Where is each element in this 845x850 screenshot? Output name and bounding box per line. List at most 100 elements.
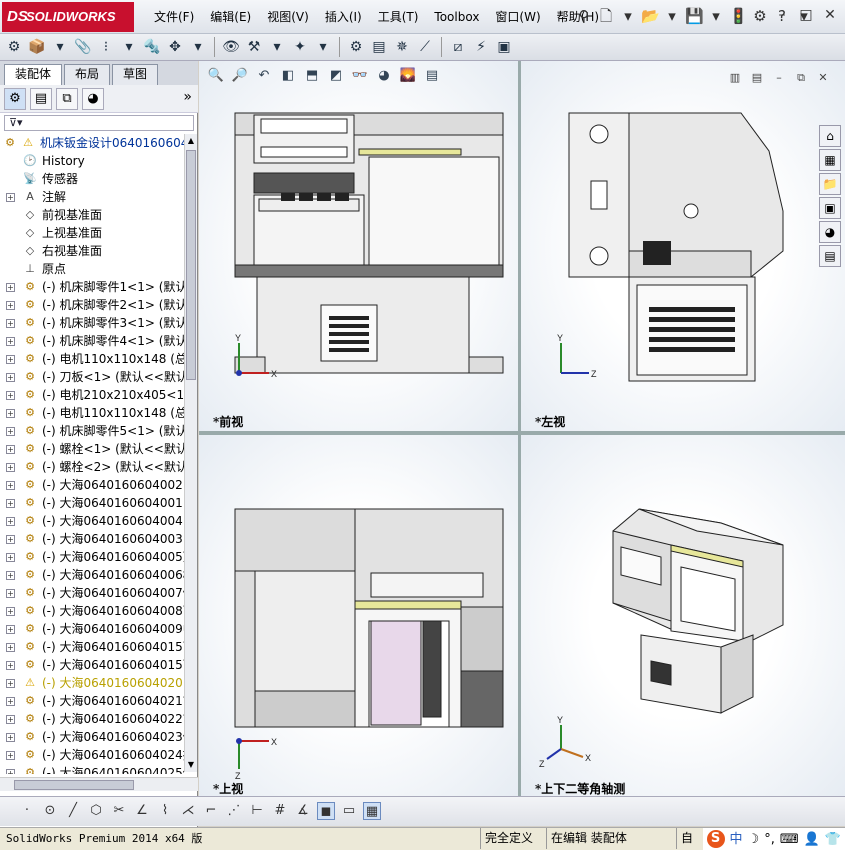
tree-vertical-scrollbar[interactable]: ▲ ▼ [184, 134, 197, 772]
maximize-icon[interactable]: □ [797, 6, 815, 24]
sogou-icon[interactable]: S [706, 830, 725, 848]
panel-tab-0[interactable]: 装配体 [4, 64, 63, 85]
expand-icon[interactable]: + [6, 319, 15, 328]
tree-node[interactable]: + ⚙ (-) 大海0640160604004电 [0, 512, 184, 530]
tree-node[interactable]: + ⚙ (-) 大海0640160604002电 [0, 476, 184, 494]
tree-node[interactable]: + ⚙ (-) 大海0640160604001电 [0, 494, 184, 512]
tree-node[interactable]: + ⚙ (-) 电机110x110x148 (总 [0, 404, 184, 422]
expand-icon[interactable]: + [6, 445, 15, 454]
expand-icon[interactable]: + [6, 715, 15, 724]
punctuation-icon[interactable]: °, [764, 829, 775, 850]
tree-node[interactable]: + ⚙ (-) 大海0640160604023保 [0, 728, 184, 746]
dropdown-icon[interactable]: ▾ [119, 37, 139, 57]
tree-node[interactable]: + ⚙ (-) 大海0640160604006横 [0, 566, 184, 584]
expand-icon[interactable]: + [6, 409, 15, 418]
tree-node[interactable]: 📡 传感器 [0, 170, 184, 188]
menu-item-2[interactable]: 视图(V) [259, 0, 317, 34]
expand-icon[interactable]: + [6, 643, 15, 652]
expand-icon[interactable]: + [6, 607, 15, 616]
tree-node[interactable]: + ⚙ (-) 机床脚零件4<1> (默认 [0, 332, 184, 350]
tree-node[interactable]: + ⚙ (-) 大海0640160604003电 [0, 530, 184, 548]
filter-box[interactable]: ⊽▾ [4, 115, 194, 131]
user-icon[interactable]: 👤 [804, 829, 820, 850]
tree-node[interactable]: + ⚙ (-) 大海0640160604022前 [0, 710, 184, 728]
bill-of-materials-icon[interactable]: ▤ [369, 37, 389, 57]
tree-node[interactable]: + ⚙ (-) 大海0640160604015下 [0, 638, 184, 656]
insert-component-icon[interactable]: 📦 [27, 37, 47, 57]
scrollbar-thumb[interactable] [14, 780, 134, 790]
tree-node[interactable]: + ⚙ (-) 大海0640160604009中 [0, 620, 184, 638]
dropdown-icon[interactable]: ▾ [663, 6, 681, 26]
tree-node[interactable]: + ⚙ (-) 机床脚零件3<1> (默认 [0, 314, 184, 332]
menu-item-5[interactable]: Toolbox [426, 0, 487, 34]
expand-icon[interactable]: + [6, 193, 15, 202]
circle-icon[interactable]: ⊙ [41, 802, 59, 820]
expand-icon[interactable]: + [6, 769, 15, 774]
exploded-view-icon[interactable]: ✵ [392, 37, 412, 57]
menu-item-4[interactable]: 工具(T) [370, 0, 427, 34]
scroll-down-icon[interactable]: ▼ [185, 758, 197, 772]
chinese-mode-icon[interactable]: 中 [730, 829, 743, 850]
front-view-viewport[interactable]: 🔍 🔎 ↶ ◧ ⬒ ◩ 👓 ◕ 🌄 ▤ Y X *前视 [199, 61, 518, 431]
dropdown-icon[interactable]: ▾ [313, 37, 333, 57]
property-manager-tab-icon[interactable]: ▤ [30, 88, 52, 110]
offset-icon[interactable]: ⋰ [225, 802, 243, 820]
expand-icon[interactable]: + [6, 427, 15, 436]
close-icon[interactable]: ✕ [821, 6, 839, 24]
mate-icon[interactable]: 📎 [73, 37, 93, 57]
view-palette-icon[interactable]: ▣ [819, 197, 841, 219]
menu-item-6[interactable]: 窗口(W) [487, 0, 548, 34]
dropdown-icon[interactable]: ▾ [619, 6, 637, 26]
expand-icon[interactable]: + [6, 517, 15, 526]
tree-node[interactable]: + ⚙ (-) 机床脚零件1<1> (默认 [0, 278, 184, 296]
moon-icon[interactable]: ☽ [748, 829, 760, 850]
tree-node[interactable]: ◇ 右视基准面 [0, 242, 184, 260]
expand-icon[interactable]: + [6, 571, 15, 580]
panel-tab-1[interactable]: 布局 [64, 64, 111, 85]
explode-line-sketch-icon[interactable]: ⟋ [415, 37, 435, 57]
hidden-lines-icon[interactable]: ▭ [340, 802, 358, 820]
grid-icon[interactable]: # [271, 802, 289, 820]
custom-status[interactable]: 自 [676, 828, 697, 849]
rebuild-icon[interactable]: 🚦 [729, 6, 748, 26]
expand-icon[interactable]: + [6, 733, 15, 742]
expand-icon[interactable]: + [6, 481, 15, 490]
scroll-up-icon[interactable]: ▲ [185, 134, 197, 148]
tree-node[interactable]: ◇ 前视基准面 [0, 206, 184, 224]
polygon-icon[interactable]: ⬡ [87, 802, 105, 820]
options-icon[interactable]: ⚙ [751, 6, 769, 26]
tree-node[interactable]: + ⚠ (-) 大海0640160604020 [0, 674, 184, 692]
tree-node[interactable]: + ⚙ (-) 机床脚零件5<1> (默认 [0, 422, 184, 440]
mirror-icon[interactable]: ⋌ [179, 802, 197, 820]
tree-node[interactable]: + ⚙ (-) 大海0640160604025保 [0, 764, 184, 774]
shaded-display-icon[interactable]: ◼ [317, 802, 335, 820]
expand-icon[interactable]: + [6, 373, 15, 382]
skin-icon[interactable]: 👕 [825, 829, 841, 850]
minimize-icon[interactable]: – [773, 6, 791, 24]
menu-item-1[interactable]: 编辑(E) [202, 0, 259, 34]
configuration-manager-tab-icon[interactable]: ⧉ [56, 88, 78, 110]
convert-entities-icon[interactable]: ⌇ [156, 802, 174, 820]
tree-node[interactable]: + ⚙ (-) 机床脚零件2<1> (默认 [0, 296, 184, 314]
dropdown-icon[interactable]: ▾ [188, 37, 208, 57]
tree-node[interactable]: + ⚙ (-) 电机110x110x148 (总 [0, 350, 184, 368]
expand-icon[interactable]: + [6, 283, 15, 292]
dropdown-icon[interactable]: ▾ [267, 37, 287, 57]
menu-item-3[interactable]: 插入(I) [317, 0, 370, 34]
reference-geometry-icon[interactable]: ✦ [290, 37, 310, 57]
feature-manager-tab-icon[interactable]: ⚙ [4, 88, 26, 110]
smart-fastener-icon[interactable]: 🔩 [142, 37, 162, 57]
tree-horizontal-scrollbar[interactable] [0, 777, 198, 791]
solidworks-logo[interactable]: DS SOLIDWORKS [2, 2, 134, 32]
expand-icon[interactable]: + [6, 355, 15, 364]
tree-node[interactable]: + ⚙ (-) 大海0640160604007侧 [0, 584, 184, 602]
keyboard-icon[interactable]: ⌨ [780, 829, 799, 850]
panel-tab-2[interactable]: 草图 [112, 64, 159, 85]
top-view-viewport[interactable]: Z X *上视 [199, 435, 518, 796]
tree-node[interactable]: + A 注解 [0, 188, 184, 206]
dropdown-icon[interactable]: ▾ [50, 37, 70, 57]
tree-node[interactable]: + ⚙ (-) 螺栓<2> (默认<<默认 [0, 458, 184, 476]
tree-node[interactable]: + ⚙ (-) 大海0640160604008下 [0, 602, 184, 620]
expand-icon[interactable]: + [6, 661, 15, 670]
iso-view-viewport[interactable]: Y X Z *上下二等角轴测 [521, 435, 845, 796]
